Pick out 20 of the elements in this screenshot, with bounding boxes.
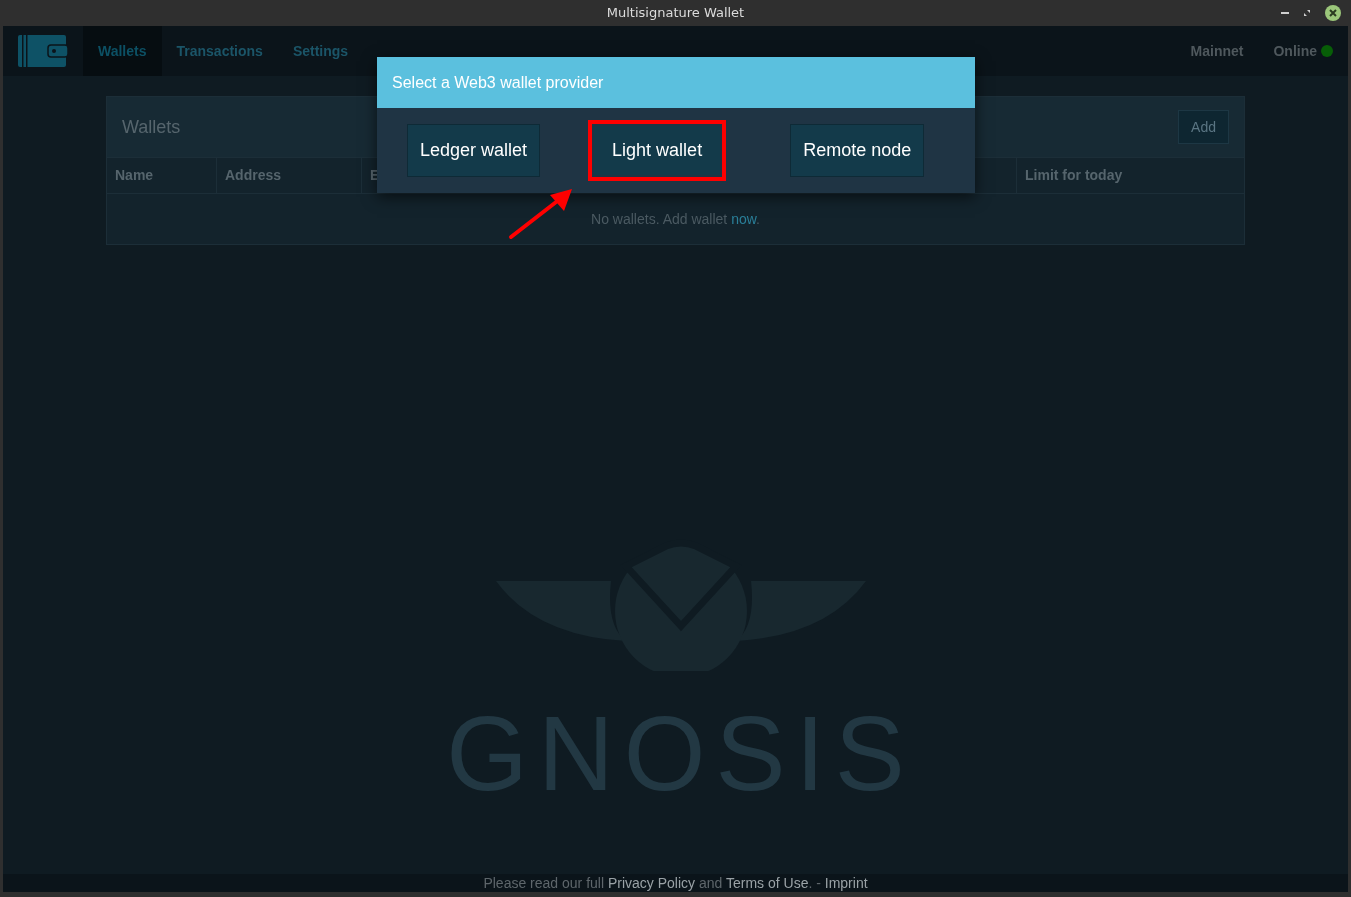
annotation-arrow xyxy=(508,186,574,240)
modal-title: Select a Web3 wallet provider xyxy=(392,72,604,93)
close-icon[interactable] xyxy=(1325,5,1341,21)
column-header: Limit for today xyxy=(1025,166,1123,185)
link[interactable]: Privacy Policy xyxy=(607,875,696,891)
provider-button[interactable]: Light wallet xyxy=(588,120,727,181)
provider-button[interactable]: Ledger wallet xyxy=(407,124,541,177)
maximize-icon[interactable] xyxy=(1303,9,1311,17)
column-header: Address xyxy=(225,166,282,185)
empty-message: No wallets. Add wallet now. xyxy=(591,209,760,229)
link[interactable]: Imprint xyxy=(824,875,868,891)
footer-text: Please read our full Privacy Policy and Terms of Use. - Imprint xyxy=(483,876,868,890)
wallet-icon xyxy=(18,35,68,67)
window-title: Multisignature Wallet xyxy=(606,4,745,23)
panel-title: Wallets xyxy=(122,115,181,139)
column-header: Name xyxy=(115,166,154,185)
status-label: Online xyxy=(1273,41,1317,61)
network-label: Mainnet xyxy=(1190,41,1244,61)
provider-button[interactable]: Remote node xyxy=(790,124,925,177)
minimize-icon[interactable] xyxy=(1281,11,1289,15)
